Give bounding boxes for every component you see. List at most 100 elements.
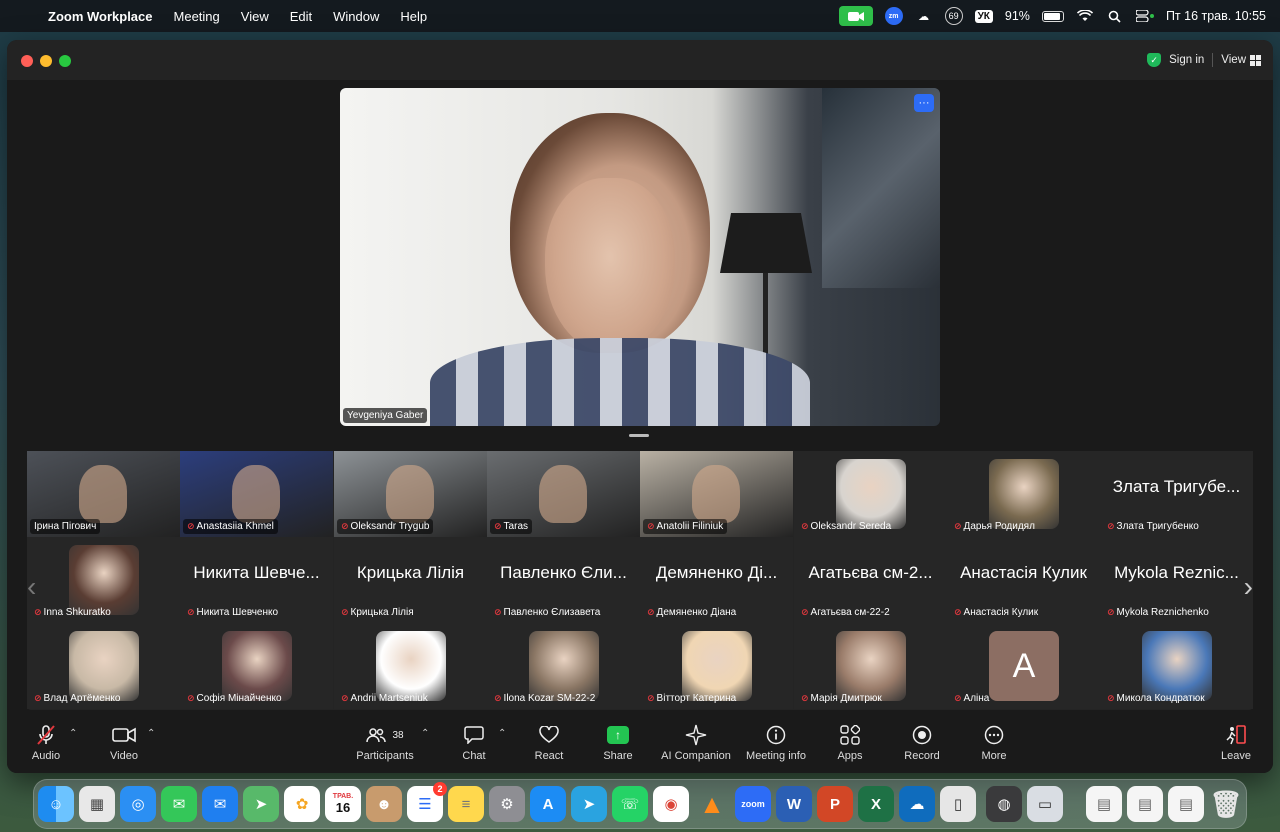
apple-icon[interactable]	[16, 6, 36, 26]
recent-document-2-icon[interactable]: ▤	[1127, 786, 1163, 822]
audio-button[interactable]: Audio	[31, 720, 61, 773]
participant-tile[interactable]: ⊘ Taras	[487, 451, 640, 537]
speaker-more-options-button[interactable]: ···	[914, 94, 934, 112]
menu-edit[interactable]: Edit	[290, 9, 312, 24]
menu-meeting[interactable]: Meeting	[174, 9, 220, 24]
more-button[interactable]: More	[979, 720, 1009, 773]
app-store-icon[interactable]: A	[530, 786, 566, 822]
chrome-icon[interactable]: ◉	[653, 786, 689, 822]
zoom-dock-icon[interactable]: zoom	[735, 786, 771, 822]
participant-tile[interactable]: ⊘ Andrii Martseniuk	[334, 623, 487, 709]
wifi-icon[interactable]	[1076, 7, 1094, 25]
finder-icon[interactable]: ☺	[38, 786, 74, 822]
ai-companion-button[interactable]: AI Companion	[659, 720, 733, 773]
cloud-icon[interactable]: ☁	[915, 7, 933, 25]
notification-count-icon[interactable]: 69	[944, 7, 963, 25]
participant-tile[interactable]: Анастасія Кулик ⊘ Анастасія Кулик	[947, 537, 1100, 623]
share-screen-button[interactable]: ↑ Share	[603, 720, 633, 773]
participant-tile[interactable]: ⊘ Микола Кондратюк	[1100, 623, 1253, 709]
messages-icon[interactable]: ✉	[161, 786, 197, 822]
menu-window[interactable]: Window	[333, 9, 379, 24]
participant-tile[interactable]: Демяненко Ді... ⊘ Демяненко Діана	[640, 537, 793, 623]
encryption-shield-icon[interactable]: ✓	[1147, 53, 1162, 67]
chat-button[interactable]: Chat	[462, 720, 486, 773]
participant-tile[interactable]: ⊘ Ilona Kozar SM-22-2	[487, 623, 640, 709]
video-button[interactable]: Video	[108, 720, 140, 773]
participant-tile[interactable]: Злата Тригубе... ⊘ Злата Тригубенко	[1100, 451, 1253, 537]
view-button[interactable]: View	[1221, 54, 1261, 66]
participants-button[interactable]: 38 Participants	[355, 720, 415, 773]
participant-tile[interactable]: ⊘ Anastasiia Khmel	[180, 451, 333, 537]
active-speaker-video[interactable]: ··· Yevgeniya Gaber	[340, 88, 940, 426]
participant-tile[interactable]: Крицька Лілія ⊘ Крицька Лілія	[334, 537, 487, 623]
launchpad-icon[interactable]: ▦	[79, 786, 115, 822]
safari-icon[interactable]: ◎	[120, 786, 156, 822]
participant-tile[interactable]: ⊘ Oleksandr Trygub	[334, 451, 487, 537]
participant-tile[interactable]: ⊘ Марія Дмитрюк	[794, 623, 947, 709]
reminders-icon[interactable]: ☰ 2	[407, 782, 447, 822]
mail-icon[interactable]: ✉	[202, 786, 238, 822]
word-icon[interactable]: W	[776, 786, 812, 822]
meeting-info-button[interactable]: Meeting info	[744, 720, 808, 773]
participant-tile[interactable]: ⊘ Oleksandr Sereda	[794, 451, 947, 537]
participant-tile[interactable]: ⊘ Inna Shkuratko	[27, 537, 180, 623]
keyboard-layout-indicator[interactable]: УК	[974, 9, 993, 23]
trash-icon[interactable]: 🗑	[1208, 786, 1244, 822]
zoom-menubar-icon[interactable]: zm	[884, 7, 903, 25]
preview-icon[interactable]: ▭	[1027, 786, 1063, 822]
search-icon[interactable]	[1106, 7, 1124, 25]
participant-tile[interactable]: A ⊘ Аліна	[947, 623, 1100, 709]
participant-tile[interactable]: ⊘ Дарья Родидял	[947, 451, 1100, 537]
excel-icon[interactable]: X	[858, 786, 894, 822]
system-settings-icon[interactable]: ⚙	[489, 786, 525, 822]
participant-tile[interactable]: ⊘ Anatolii Filiniuk	[640, 451, 793, 537]
maps-icon[interactable]: ➤	[243, 786, 279, 822]
speaker-resize-handle[interactable]	[629, 434, 649, 437]
minimize-window-button[interactable]	[40, 55, 52, 67]
react-button[interactable]: React	[534, 720, 564, 773]
leave-label: Leave	[1221, 750, 1251, 762]
gallery-next-page-arrow[interactable]: ›	[1244, 571, 1253, 603]
record-button[interactable]: Record	[904, 720, 940, 773]
leave-button[interactable]: Leave	[1220, 720, 1252, 773]
participant-tile[interactable]: ⊘ Софія Мінайченко	[180, 623, 333, 709]
menu-view[interactable]: View	[241, 9, 269, 24]
fullscreen-window-button[interactable]	[59, 55, 71, 67]
control-center-icon[interactable]	[1135, 7, 1154, 25]
whatsapp-icon[interactable]: ☏	[612, 786, 648, 822]
audio-options-caret[interactable]: ⌃	[69, 728, 77, 739]
muted-mic-icon: ⊘	[647, 607, 655, 617]
powerpoint-icon[interactable]: P	[817, 786, 853, 822]
iphone-mirroring-icon[interactable]: ▯	[940, 786, 976, 822]
participant-tile[interactable]: Ірина Пігович	[27, 451, 180, 537]
recent-document-3-icon[interactable]: ▤	[1168, 786, 1204, 822]
participant-tile[interactable]: Mykola Reznic... ⊘ Mykola Reznichenko	[1100, 537, 1253, 623]
camera-in-use-icon[interactable]	[838, 6, 873, 26]
participants-options-caret[interactable]: ⌃	[421, 728, 429, 739]
video-options-caret[interactable]: ⌃	[147, 728, 155, 739]
photos-icon[interactable]: ✿	[284, 786, 320, 822]
vlc-icon[interactable]: ▲	[694, 786, 730, 822]
onedrive-icon[interactable]: ☁	[899, 786, 935, 822]
chat-options-caret[interactable]: ⌃	[498, 728, 506, 739]
sign-in-button[interactable]: Sign in	[1169, 54, 1204, 66]
participant-tile[interactable]: ⊘ Влад Артёменко	[27, 623, 180, 709]
menubar-clock[interactable]: Пт 16 трав. 10:55	[1166, 9, 1266, 23]
screenshot-utility-icon[interactable]: ◍	[986, 786, 1022, 822]
view-label: View	[1221, 54, 1246, 66]
participant-tile[interactable]: Никита Шевче... ⊘ Никита Шевченко	[180, 537, 333, 623]
menu-help[interactable]: Help	[400, 9, 427, 24]
notes-icon[interactable]: ≡	[448, 786, 484, 822]
participant-tile[interactable]: Павленко Єли... ⊘ Павленко Єлизавета	[487, 537, 640, 623]
calendar-icon[interactable]: ТРАВ. 16	[325, 786, 361, 822]
participant-tile[interactable]: Агатьєва см-2... ⊘ Агатьєва см-22-2	[794, 537, 947, 623]
close-window-button[interactable]	[21, 55, 33, 67]
recent-document-1-icon[interactable]: ▤	[1086, 786, 1122, 822]
apps-button[interactable]: Apps	[836, 720, 864, 773]
menu-app-name[interactable]: Zoom Workplace	[48, 9, 153, 24]
battery-icon[interactable]	[1041, 10, 1064, 22]
gallery-prev-page-arrow[interactable]: ‹	[27, 571, 36, 603]
participant-tile[interactable]: ⊘ Вітторт Катерина	[640, 623, 793, 709]
contacts-icon[interactable]: ☻	[366, 786, 402, 822]
telegram-icon[interactable]: ➤	[571, 786, 607, 822]
